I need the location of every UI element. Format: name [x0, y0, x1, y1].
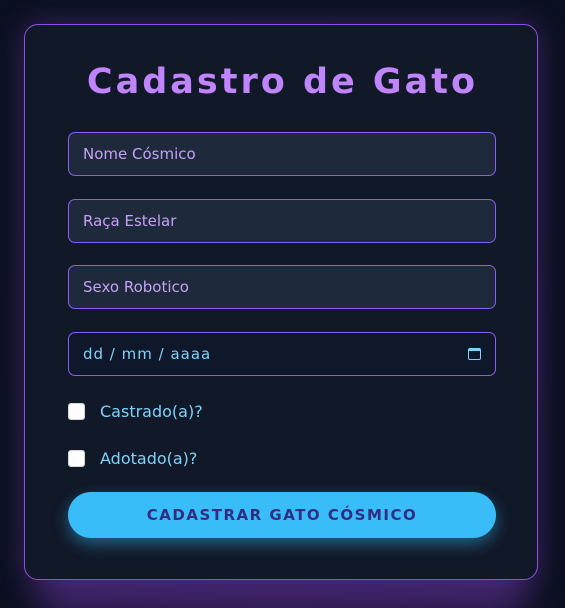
register-cat-button[interactable]: CADASTRAR GATO CÓSMICO	[68, 492, 496, 538]
neutered-checkbox[interactable]	[68, 402, 85, 420]
neutered-checkbox-row[interactable]: Castrado(a)?	[68, 401, 203, 421]
calendar-icon[interactable]	[468, 348, 481, 360]
birth-date-input[interactable]: dd / mm / aaaa	[68, 332, 496, 376]
page-title: Cadastro de Gato	[86, 62, 479, 102]
page-background: Cadastro de Gato Nome Cósmico Raça Estel…	[0, 0, 565, 608]
date-placeholder: dd / mm / aaaa	[83, 345, 212, 363]
cosmic-name-placeholder: Nome Cósmico	[83, 145, 196, 163]
adopted-checkbox[interactable]	[68, 449, 85, 467]
cosmic-name-input[interactable]: Nome Cósmico	[68, 132, 496, 176]
adopted-checkbox-row[interactable]: Adotado(a)?	[68, 448, 197, 468]
stellar-breed-input[interactable]: Raça Estelar	[68, 199, 496, 243]
robotic-sex-input[interactable]: Sexo Robotico	[68, 265, 496, 309]
adopted-label: Adotado(a)?	[100, 448, 198, 468]
stellar-breed-placeholder: Raça Estelar	[83, 212, 177, 230]
neutered-label: Castrado(a)?	[100, 401, 203, 421]
robotic-sex-placeholder: Sexo Robotico	[83, 278, 189, 296]
